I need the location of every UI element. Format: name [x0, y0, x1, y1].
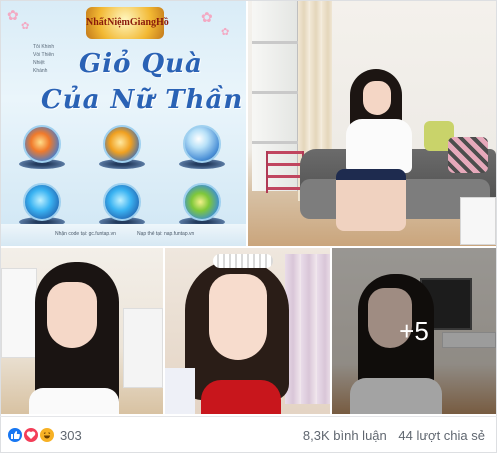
- blossom-decoration: ✿: [21, 21, 30, 32]
- promo-footer: Nhận code tại: gc.funtap.vn Nạp thẻ tại:…: [1, 224, 246, 246]
- reaction-count[interactable]: 303: [60, 428, 82, 443]
- person-face: [363, 81, 391, 115]
- person-dress: [201, 380, 281, 414]
- shoe-shelf: [266, 151, 304, 193]
- tiara: [213, 254, 273, 268]
- person-top: [29, 388, 119, 414]
- person-blouse: [346, 119, 412, 173]
- gift-orb-icon: [103, 125, 141, 163]
- pillow: [448, 137, 488, 173]
- game-logo: NhấtNiệmGiangHồ: [86, 7, 169, 39]
- blossom-decoration: ✿: [7, 7, 19, 23]
- promo-side-text: Tôi Khinh Vòi Thiên Nhiệt Khánh: [33, 44, 55, 74]
- promo-footer-right: Nạp thẻ tại: nap.funtap.vn: [137, 231, 195, 237]
- gift-orb-icon: [23, 183, 61, 221]
- promo-title-line2: Của Nữ Thần: [41, 85, 244, 115]
- shares-count[interactable]: 44 lượt chia sẻ: [398, 428, 485, 443]
- like-icon[interactable]: [6, 426, 24, 444]
- fridge: [123, 308, 163, 388]
- background-flowers: [165, 368, 195, 414]
- comments-count[interactable]: 8,3K bình luận: [303, 428, 387, 443]
- photo-portrait-1[interactable]: [1, 248, 163, 414]
- person-legs: [336, 169, 406, 231]
- photo-living-room[interactable]: [248, 1, 496, 246]
- gift-orb-icon: [183, 183, 221, 221]
- photo-more-overlay[interactable]: +5: [332, 248, 496, 414]
- post-stats: 8,3K bình luận 44 lượt chia sẻ: [295, 428, 485, 443]
- side-table: [460, 197, 496, 245]
- promo-title-line1: Giỏ Quà: [79, 49, 203, 79]
- promo-footer-left: Nhận code tại: gc.funtap.vn: [55, 231, 116, 237]
- cabinet: [1, 268, 37, 358]
- gift-orb-icon: [183, 125, 221, 163]
- clothes-rack: [285, 254, 330, 404]
- photo-promo-graphic[interactable]: ✿ ✿ ✿ ✿ NhấtNiệmGiangHồ Tôi Khinh Vòi Th…: [1, 1, 246, 246]
- love-icon[interactable]: [22, 426, 40, 444]
- photo-portrait-2[interactable]: [165, 248, 330, 414]
- person-face: [209, 274, 267, 360]
- blossom-decoration: ✿: [201, 9, 213, 25]
- gift-orb-icon: [103, 183, 141, 221]
- blossom-decoration: ✿: [221, 27, 230, 38]
- haha-icon[interactable]: [38, 426, 56, 444]
- more-photos-count[interactable]: +5: [332, 248, 496, 414]
- gift-orb-icon: [23, 125, 61, 163]
- person-face: [47, 282, 97, 348]
